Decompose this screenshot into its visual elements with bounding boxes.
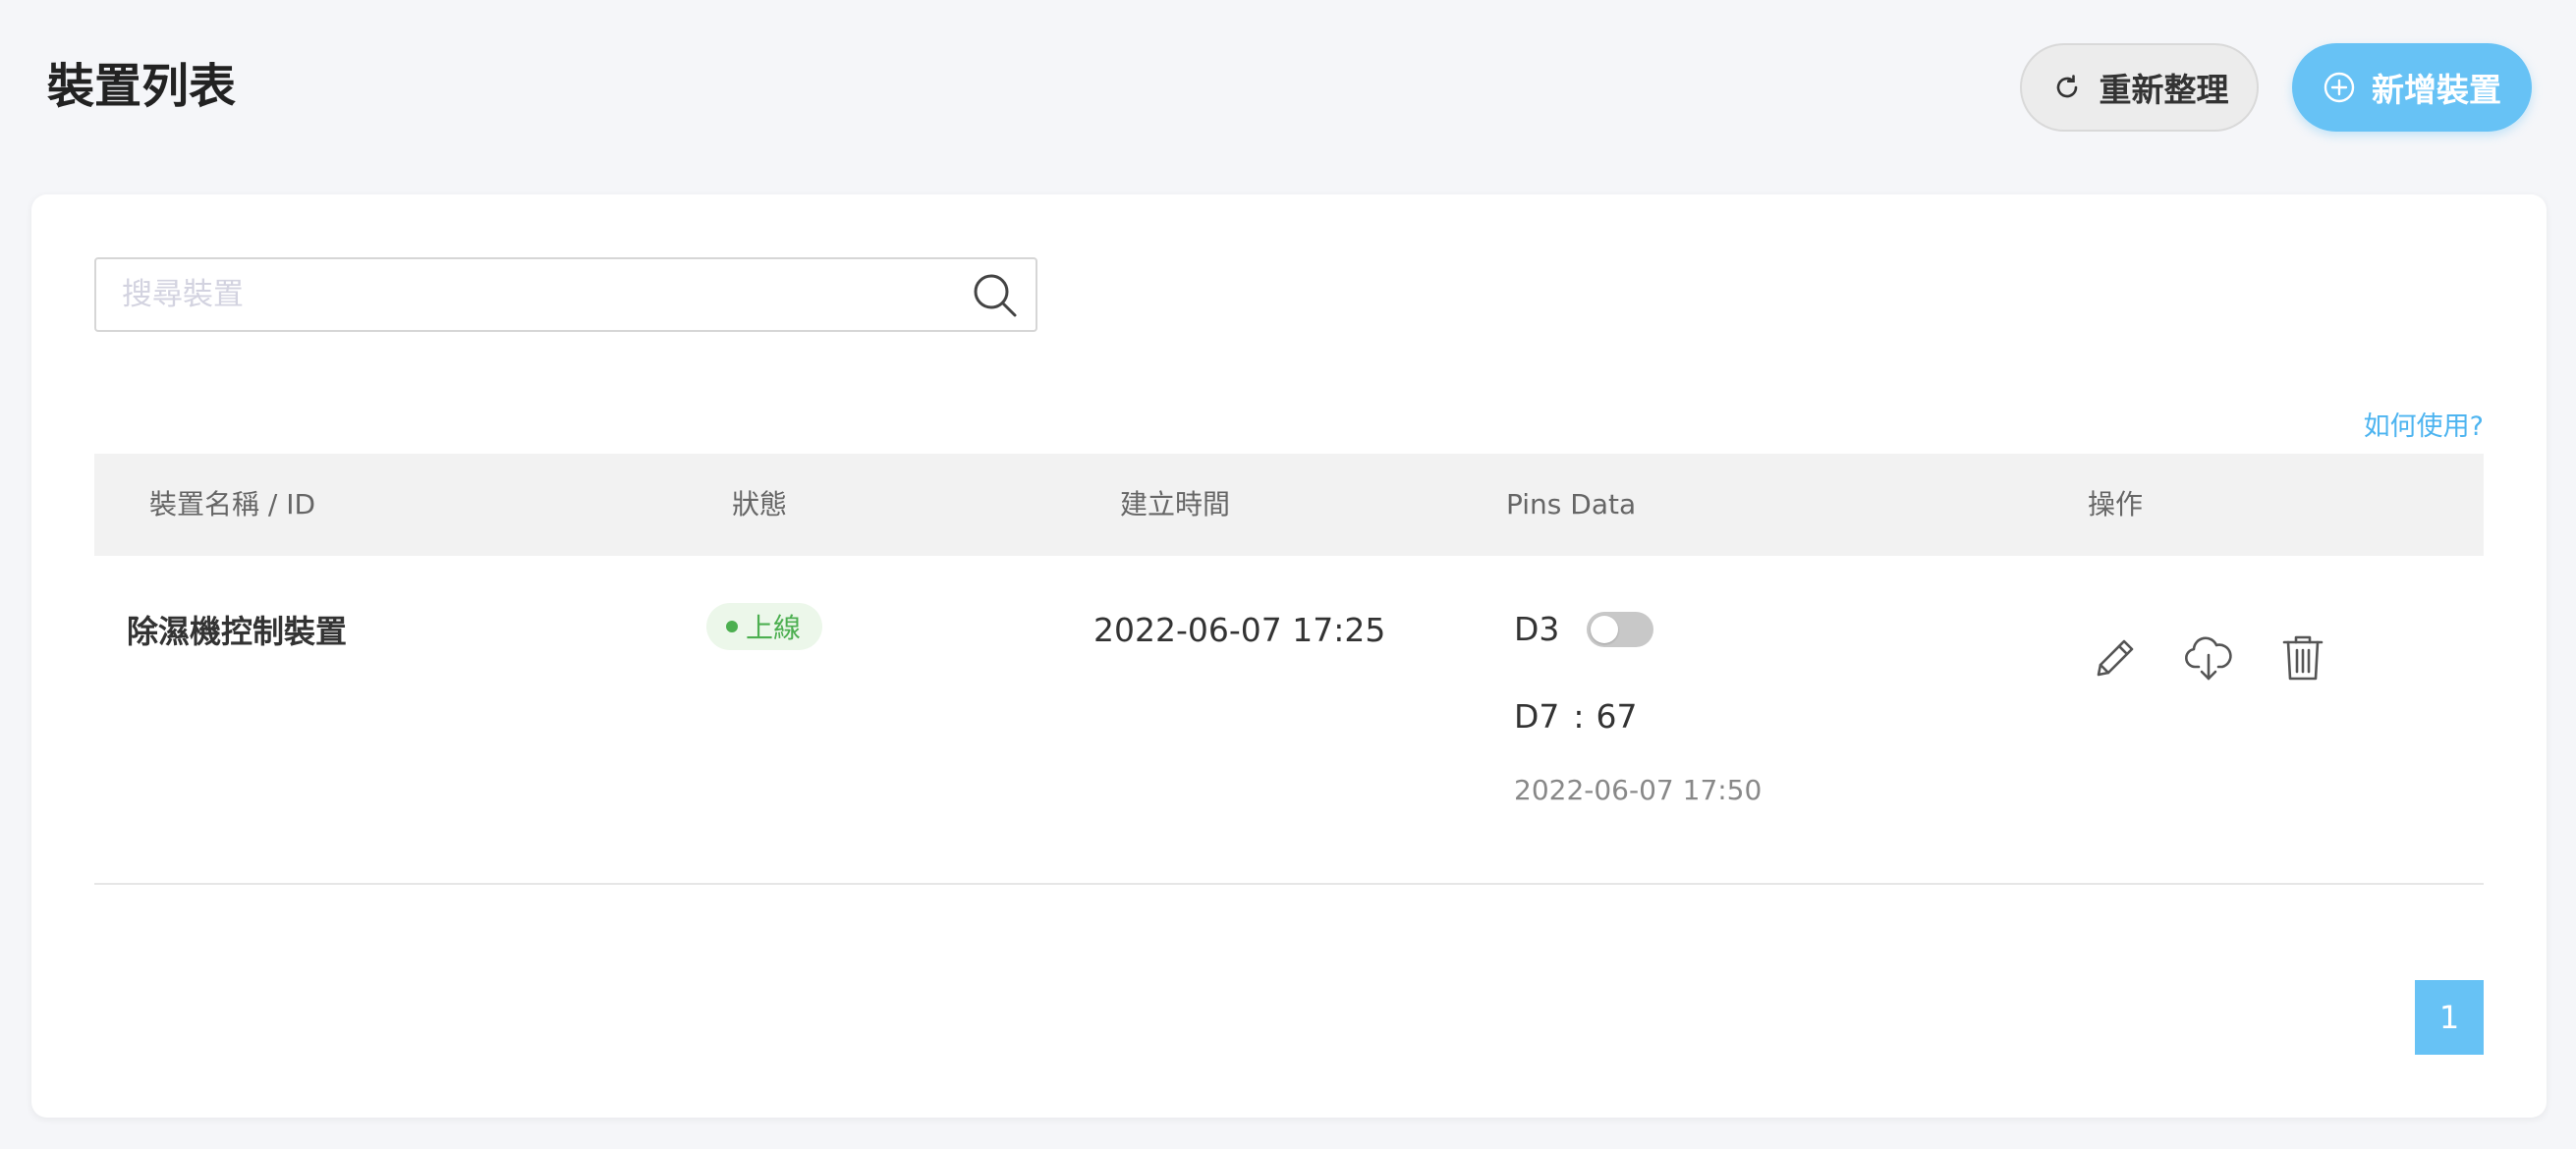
refresh-button-label: 重新整理 [2099,71,2229,109]
column-header-name: 裝置名稱 / ID [149,488,316,520]
toggle-knob [1591,615,1619,643]
edit-button[interactable] [2087,630,2142,689]
download-button[interactable] [2181,630,2236,689]
table-row: 除濕機控制裝置 上線 2022-06-07 17:25 D3 D7:67 202… [94,556,2484,884]
search-icon[interactable] [967,267,1024,324]
pin-d3: D3 [1514,610,1654,648]
row-divider [94,883,2484,885]
refresh-icon [2050,71,2084,104]
pagination-page-1[interactable]: 1 [2415,980,2484,1055]
table-header: 裝置名稱 / ID 狀態 建立時間 Pins Data 操作 [94,454,2484,556]
refresh-button[interactable]: 重新整理 [2020,43,2259,132]
pin-d7-label: D7 [1514,697,1560,736]
status-label: 上線 [746,612,802,644]
device-name: 除濕機控制裝置 [127,613,348,650]
status-dot [726,621,738,632]
device-list-card: 如何使用? 裝置名稱 / ID 狀態 建立時間 Pins Data 操作 除濕機… [31,194,2547,1118]
delete-button[interactable] [2275,630,2330,689]
how-to-use-link[interactable]: 如何使用? [2364,405,2484,443]
column-header-actions: 操作 [2088,488,2144,520]
column-header-pins-data: Pins Data [1506,488,1637,520]
cloud-download-icon [2182,631,2235,688]
device-list-page: 裝置列表 重新整理 新增裝置 搜尋裝置 如何使用? 裝置名稱 / ID 狀態 建… [0,0,2576,1149]
pin-d3-label: D3 [1514,610,1560,648]
pins-updated-time: 2022-06-07 17:50 [1514,774,1763,806]
add-device-button[interactable]: 新增裝置 [2292,43,2532,132]
created-time: 2022-06-07 17:25 [1093,611,1386,649]
pin-d3-toggle[interactable] [1587,611,1654,647]
pin-d7-value: 67 [1596,697,1638,736]
search-box [94,257,1037,332]
column-header-created: 建立時間 [1120,488,1231,520]
search-input[interactable] [96,259,961,330]
trash-icon [2280,632,2325,687]
pencil-icon [2091,633,2138,686]
pin-d7: D7:67 [1514,697,1638,736]
status-badge: 上線 [706,603,823,650]
add-device-button-label: 新增裝置 [2372,71,2501,109]
plus-circle-icon [2323,71,2356,104]
page-title: 裝置列表 [47,59,237,114]
pin-d7-separator: : [1573,697,1585,736]
column-header-status: 狀態 [732,488,788,520]
